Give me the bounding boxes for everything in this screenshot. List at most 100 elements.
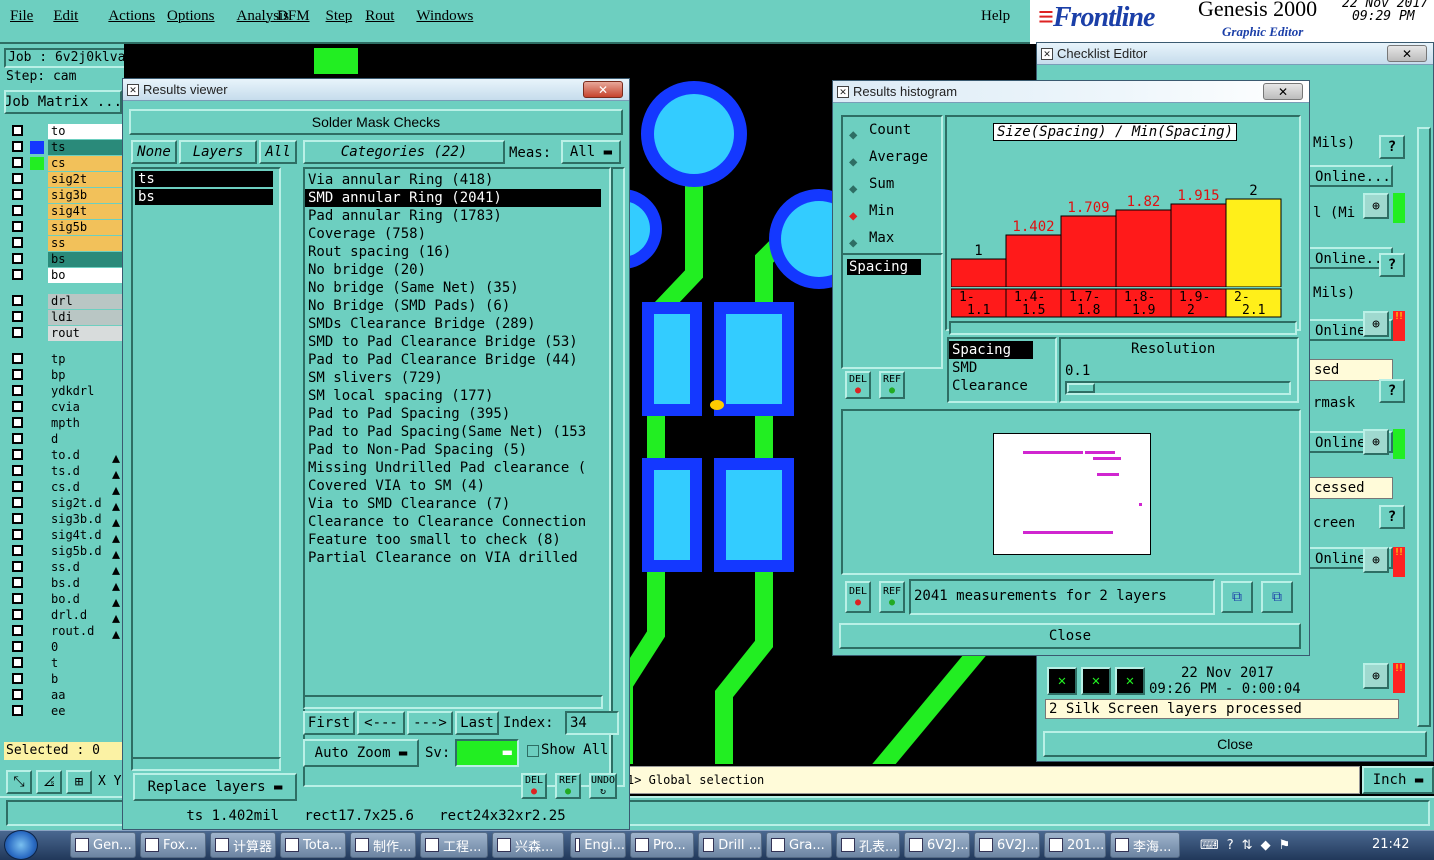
- sv-color-select[interactable]: ▬: [455, 739, 519, 767]
- histogram-close-button[interactable]: Close: [839, 623, 1301, 649]
- result-category-item[interactable]: Coverage (758): [305, 225, 609, 243]
- histogram-bar[interactable]: [1170, 203, 1227, 287]
- layer-row[interactable]: ydkdrl: [8, 384, 122, 399]
- layer-row[interactable]: bs: [8, 252, 122, 267]
- result-category-item[interactable]: Partial Clearance on VIA drilled: [305, 549, 609, 567]
- layer-row[interactable]: b: [8, 672, 122, 687]
- nav-last-button[interactable]: Last: [455, 711, 499, 735]
- taskbar-item[interactable]: 孔表...: [836, 832, 900, 858]
- layer-checkbox[interactable]: [12, 385, 23, 396]
- help-icon[interactable]: ?: [1227, 838, 1234, 853]
- checklist-scrollbar[interactable]: [1417, 127, 1431, 727]
- keyboard-icon[interactable]: ⌨: [1200, 838, 1219, 853]
- layer-row[interactable]: ldi: [8, 310, 122, 325]
- layer-row[interactable]: rout.d ▴: [8, 624, 122, 643]
- replace-layers-select[interactable]: Replace layers ▬: [133, 773, 297, 801]
- result-category-item[interactable]: SM local spacing (177): [305, 387, 609, 405]
- command-line[interactable]: 1> Global selection: [620, 766, 1360, 794]
- result-category-item[interactable]: Via to SMD Clearance (7): [305, 495, 609, 513]
- categories-button[interactable]: Categories (22): [303, 140, 505, 164]
- layer-checkbox[interactable]: [12, 327, 23, 338]
- results-list[interactable]: Via annular Ring (418) SMD annular Ring (…: [303, 167, 611, 787]
- result-category-item[interactable]: Covered VIA to SM (4): [305, 477, 609, 495]
- layer-row[interactable]: ts: [8, 140, 122, 155]
- layer-row[interactable]: sig2t: [8, 172, 122, 187]
- results-list-vscroll[interactable]: [611, 167, 625, 787]
- layer-row[interactable]: bo: [8, 268, 122, 283]
- taskbar-item[interactable]: 李海...: [1110, 832, 1180, 858]
- layer-checkbox[interactable]: [12, 657, 23, 668]
- layer-row[interactable]: to: [8, 124, 122, 139]
- result-category-item[interactable]: SMD to Pad Clearance Bridge (53): [305, 333, 609, 351]
- layer-checkbox[interactable]: [12, 141, 23, 152]
- layer-row[interactable]: cvia: [8, 400, 122, 415]
- layer-checkbox[interactable]: [12, 561, 23, 572]
- mode-radio-sum[interactable]: ◆ Sum: [843, 171, 941, 198]
- layer-list[interactable]: ts bs: [131, 167, 281, 767]
- hist-del-button[interactable]: DEL ●: [845, 371, 871, 399]
- layer-checkbox[interactable]: [12, 449, 23, 460]
- rv-del-button[interactable]: DEL ●: [521, 773, 547, 799]
- meas-del-button[interactable]: DEL ●: [845, 581, 871, 613]
- layer-checkbox[interactable]: [12, 237, 23, 248]
- menu-help[interactable]: Help: [981, 8, 1010, 25]
- layer-checkbox[interactable]: [12, 295, 23, 306]
- layer-checkbox[interactable]: [12, 497, 23, 508]
- layers-none-button[interactable]: None: [131, 140, 177, 164]
- layer-checkbox[interactable]: [12, 311, 23, 322]
- layer-row[interactable]: sig2t.d ▴: [8, 496, 122, 515]
- layer-checkbox[interactable]: [12, 221, 23, 232]
- tray-icons[interactable]: ⌨? ⇅ ◆ ⚑: [1200, 834, 1360, 856]
- layer-row[interactable]: sig5b: [8, 220, 122, 235]
- layer-row[interactable]: 0: [8, 640, 122, 655]
- type-list-item[interactable]: Spacing: [949, 341, 1033, 359]
- menu-rout[interactable]: Rout: [365, 8, 394, 25]
- mode-radio-min[interactable]: ◆ Min: [843, 198, 941, 225]
- histogram-bar[interactable]: [1115, 209, 1172, 287]
- layer-row[interactable]: cs.d ▴: [8, 480, 122, 499]
- layer-checkbox[interactable]: [12, 205, 23, 216]
- layer-checkbox[interactable]: [12, 465, 23, 476]
- layer-row[interactable]: bs.d ▴: [8, 576, 122, 595]
- units-select[interactable]: Inch ▬: [1362, 766, 1434, 794]
- flag-icon[interactable]: ⚑: [1279, 838, 1291, 853]
- taskbar-item[interactable]: 计算器: [210, 832, 276, 858]
- online-button[interactable]: Online...: [1307, 165, 1393, 187]
- layer-checkbox[interactable]: [12, 189, 23, 200]
- layer-row[interactable]: sig3b: [8, 188, 122, 203]
- help-question-icon[interactable]: ?: [1379, 253, 1405, 277]
- show-all-checkbox[interactable]: [527, 745, 539, 757]
- layer-checkbox[interactable]: [12, 625, 23, 636]
- menu-dfm[interactable]: DFM: [277, 8, 310, 25]
- taskbar-item[interactable]: Pro...: [630, 832, 694, 858]
- menu-options[interactable]: Options: [167, 8, 215, 25]
- check-zoom-icon[interactable]: ⊕: [1363, 547, 1389, 573]
- resolution-slider-thumb[interactable]: [1067, 383, 1095, 393]
- mode-radio-average[interactable]: ◆ Average: [843, 144, 941, 171]
- result-category-item[interactable]: SMD annular Ring (2041): [305, 189, 601, 207]
- layer-row[interactable]: sig4t: [8, 204, 122, 219]
- layer-checkbox[interactable]: [12, 369, 23, 380]
- taskbar-item[interactable]: 201...: [1044, 832, 1106, 858]
- layer-row[interactable]: bp: [8, 368, 122, 383]
- result-category-item[interactable]: Pad annular Ring (1783): [305, 207, 609, 225]
- result-category-item[interactable]: Pad to Pad Spacing(Same Net) (153: [305, 423, 609, 441]
- layer-checkbox[interactable]: [12, 577, 23, 588]
- histogram-bar[interactable]: [1060, 215, 1117, 287]
- help-question-icon[interactable]: ?: [1379, 135, 1405, 159]
- check-run-icon-3[interactable]: ✕: [1115, 667, 1145, 695]
- layer-row[interactable]: ss.d ▴: [8, 560, 122, 579]
- layer-row[interactable]: tp: [8, 352, 122, 367]
- taskbar-item[interactable]: 6V2J...: [904, 832, 970, 858]
- job-matrix-button[interactable]: Job Matrix ...: [4, 90, 122, 114]
- layer-row[interactable]: ss: [8, 236, 122, 251]
- menu-windows[interactable]: Windows: [416, 8, 473, 25]
- result-category-item[interactable]: No bridge (20): [305, 261, 609, 279]
- result-category-item[interactable]: Via annular Ring (418): [305, 171, 609, 189]
- help-question-icon[interactable]: ?: [1379, 379, 1405, 403]
- result-category-item[interactable]: Rout spacing (16): [305, 243, 609, 261]
- hist-ref-button[interactable]: REF ●: [879, 371, 905, 399]
- mode-radio-count[interactable]: ◆ Count: [843, 117, 941, 144]
- layer-row[interactable]: ts.d ▴: [8, 464, 122, 483]
- taskbar-item[interactable]: 兴森...: [492, 832, 564, 858]
